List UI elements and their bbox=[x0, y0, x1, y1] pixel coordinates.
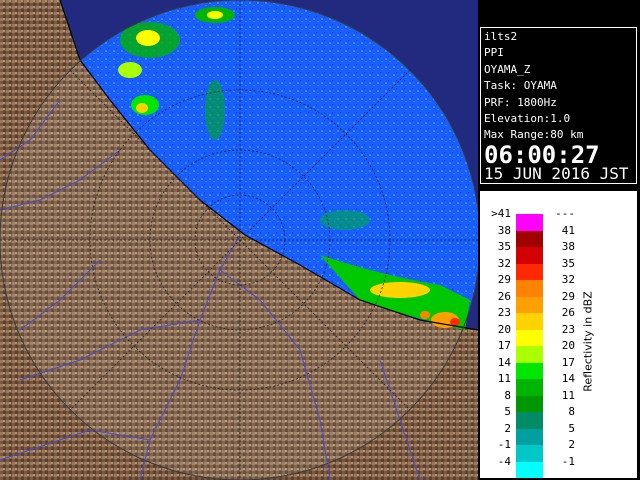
legend-high-label: 23 bbox=[561, 322, 575, 336]
legend-low-label: 14 bbox=[497, 355, 511, 369]
legend-high-label: 38 bbox=[561, 240, 575, 253]
site-name: ilts2 bbox=[484, 30, 518, 43]
legend-low-label: 26 bbox=[497, 289, 511, 303]
max-range-value: Max Range:80 km bbox=[484, 128, 584, 141]
legend-high-label: 8 bbox=[568, 405, 575, 418]
legend-high-label: 26 bbox=[561, 306, 575, 319]
date-display: 15 JUN 2016 JST bbox=[484, 164, 629, 183]
legend-high-label: 32 bbox=[561, 273, 575, 286]
legend-low-label: 32 bbox=[497, 256, 511, 270]
legend-swatch bbox=[516, 329, 543, 346]
legend-swatch bbox=[516, 428, 543, 445]
legend-low-label: 8 bbox=[504, 388, 511, 402]
legend-high-label: 2 bbox=[568, 438, 575, 451]
legend-unit-label: Reflectivity in dBZ bbox=[581, 291, 595, 392]
legend-low-label: 20 bbox=[497, 322, 511, 336]
legend-high-label: 20 bbox=[561, 339, 575, 352]
legend-swatch bbox=[516, 296, 543, 313]
legend-low-label: -1 bbox=[497, 438, 511, 451]
legend-low-label: >41 bbox=[491, 207, 511, 220]
legend-high-label: 11 bbox=[561, 388, 575, 402]
color-legend: >41 --- 38 41 35 38 32 35 29 32 26 29 23 26 20 23 17 20 14… bbox=[480, 191, 637, 478]
legend-low-label: 17 bbox=[497, 339, 511, 352]
legend-swatch bbox=[516, 445, 543, 462]
legend-high-label: 5 bbox=[568, 421, 575, 435]
legend-swatch bbox=[516, 461, 543, 478]
product-type: PPI bbox=[484, 46, 504, 59]
legend-swatch bbox=[516, 230, 543, 247]
legend-low-label: -4 bbox=[497, 454, 511, 468]
legend-swatch bbox=[516, 280, 543, 297]
field-name: OYAMA_Z bbox=[484, 63, 531, 76]
legend-swatch bbox=[516, 395, 543, 412]
legend-swatch bbox=[516, 379, 543, 396]
task-name: Task: OYAMA bbox=[484, 79, 557, 92]
legend-low-label: 11 bbox=[497, 372, 511, 385]
legend-high-label: 14 bbox=[561, 372, 575, 385]
prf-value: PRF: 1800Hz bbox=[484, 96, 557, 109]
legend-high-label: 41 bbox=[561, 223, 575, 237]
legend-swatch bbox=[516, 263, 543, 280]
legend-low-label: 23 bbox=[497, 306, 511, 319]
legend-swatch bbox=[516, 362, 543, 379]
legend-swatch bbox=[516, 313, 543, 330]
legend-high-label: -1 bbox=[561, 454, 575, 468]
legend-low-label: 2 bbox=[504, 421, 511, 435]
legend-swatch bbox=[516, 346, 543, 363]
legend-high-label: 29 bbox=[561, 289, 575, 303]
info-panel: ilts2 PPI OYAMA_Z Task: OYAMA PRF: 1800H… bbox=[480, 27, 637, 184]
legend-high-label: --- bbox=[555, 207, 575, 220]
legend-high-label: 35 bbox=[561, 256, 575, 270]
legend-low-label: 5 bbox=[504, 405, 511, 418]
legend-low-label: 38 bbox=[497, 223, 511, 237]
legend-low-label: 35 bbox=[497, 240, 511, 253]
legend-swatch bbox=[516, 412, 543, 429]
legend-low-label: 29 bbox=[497, 273, 511, 286]
radar-display: ilts2 PPI OYAMA_Z Task: OYAMA PRF: 1800H… bbox=[0, 0, 640, 480]
elevation-value: Elevation:1.0 bbox=[484, 112, 571, 125]
legend-swatch bbox=[516, 214, 543, 231]
legend-swatch bbox=[516, 247, 543, 264]
legend-high-label: 17 bbox=[561, 355, 575, 369]
radar-ppi-view[interactable] bbox=[0, 0, 478, 480]
